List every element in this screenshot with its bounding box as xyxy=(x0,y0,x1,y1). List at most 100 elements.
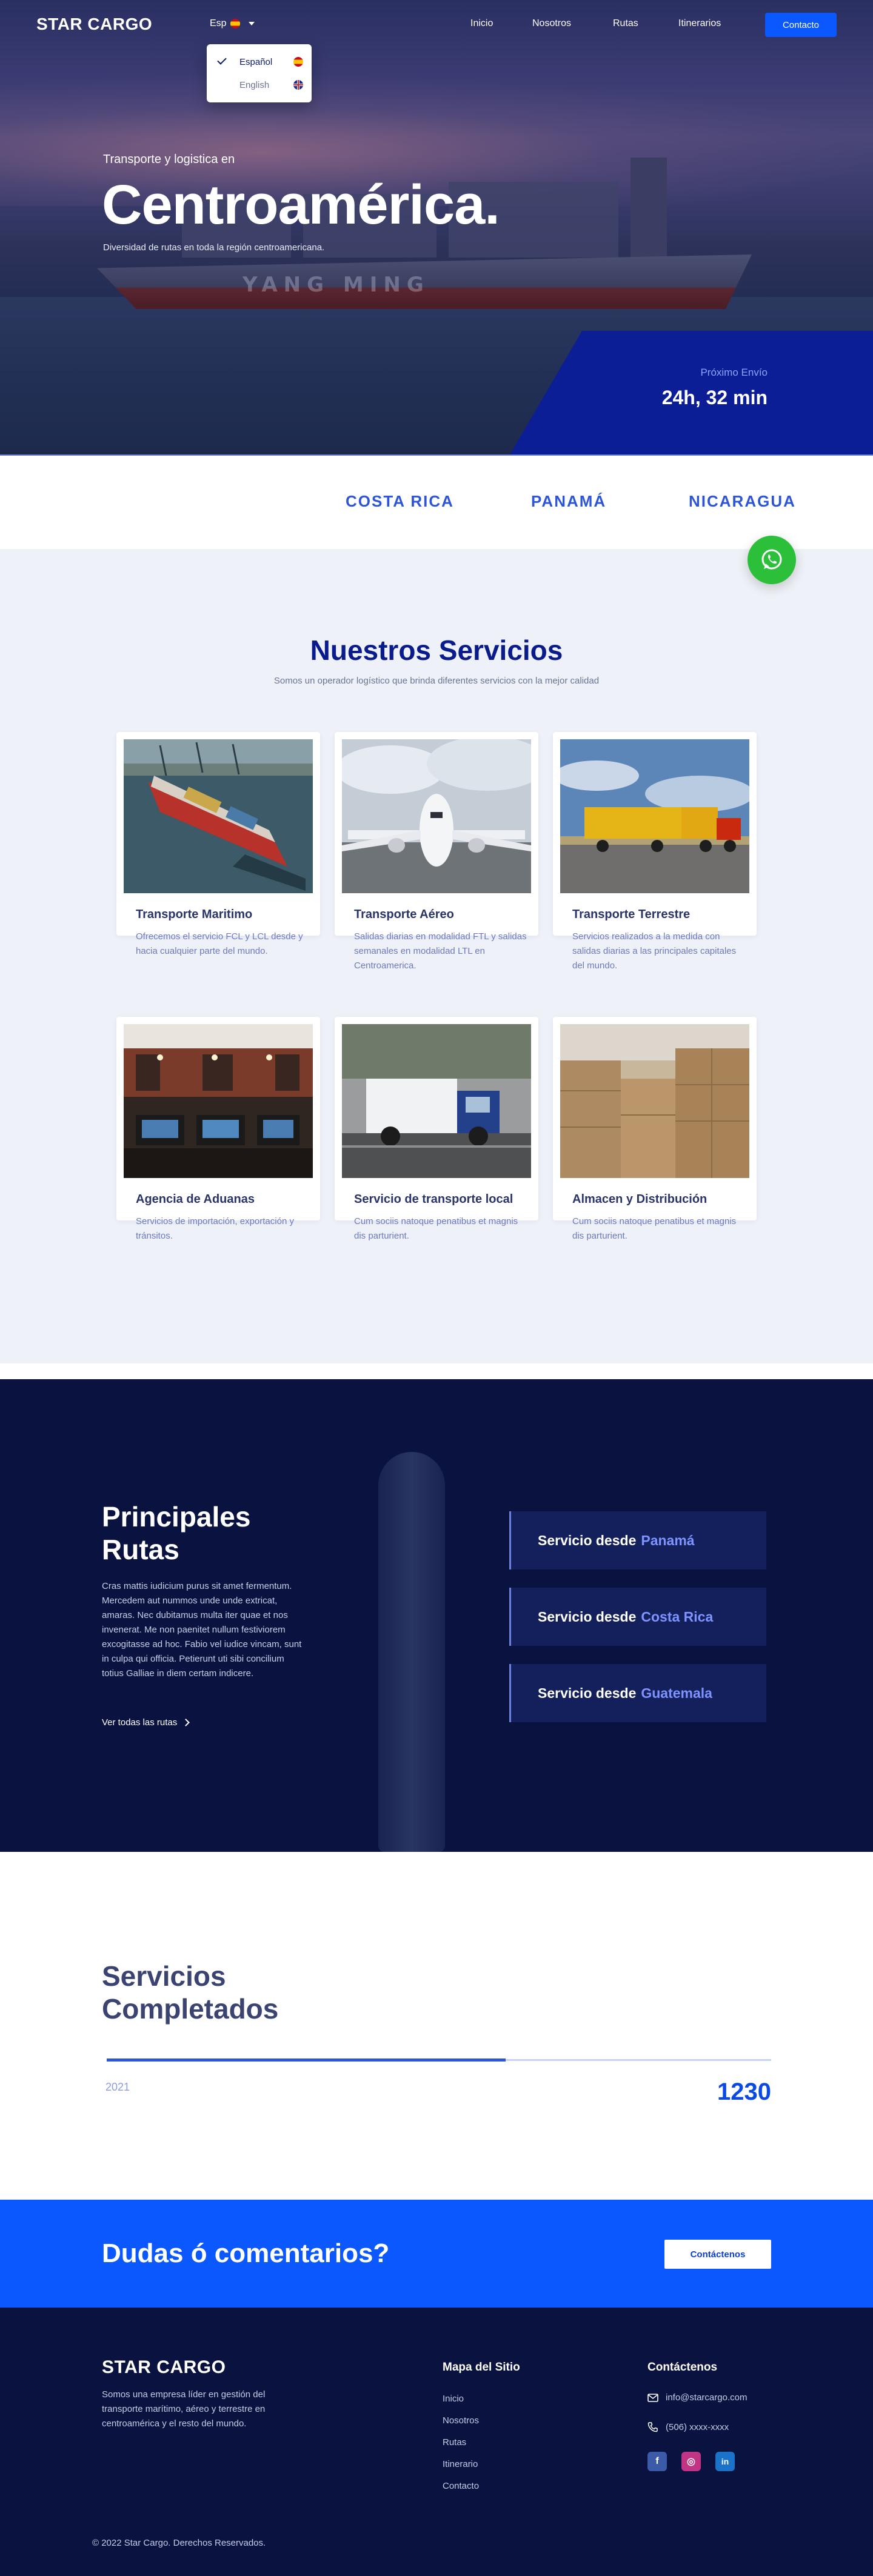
ship-name: YANG MING xyxy=(242,273,430,297)
footer-phone[interactable]: (506) xxxx-xxxx xyxy=(647,2421,729,2432)
check-icon xyxy=(217,55,227,65)
route-place: Guatemala xyxy=(641,1685,712,1701)
completed-progress-track xyxy=(107,2058,771,2062)
footer-email-text: info@starcargo.com xyxy=(666,2392,748,2403)
service-card-land[interactable]: Transporte Terrestre Servicios realizado… xyxy=(553,732,757,971)
hero-title: Centroamérica. xyxy=(102,174,500,236)
nav-rutas[interactable]: Rutas xyxy=(613,18,638,29)
language-option-label: Español xyxy=(239,56,273,67)
card-description: Ofrecemos el servicio FCL y LCL desde y … xyxy=(136,931,303,956)
routes-description: Cras mattis iudicium purus sit amet ferm… xyxy=(102,1581,302,1679)
card-description: Servicios realizados a la medida con sal… xyxy=(572,931,737,971)
service-card-local[interactable]: Servicio de transporte local Cum sociis … xyxy=(335,1017,538,1241)
service-card-maritime[interactable]: Transporte Maritimo Ofrecemos el servici… xyxy=(116,732,320,956)
footer-sitemap-title: Mapa del Sitio xyxy=(443,2361,520,2374)
footer-link-itinerario[interactable]: Itinerario xyxy=(443,2459,478,2469)
maritime-image xyxy=(124,739,313,893)
card-description: Salidas diarias en modalidad FTL y salid… xyxy=(354,931,527,971)
language-option-en[interactable]: English xyxy=(207,73,312,96)
all-routes-link[interactable]: Ver todas las rutas xyxy=(102,1717,190,1728)
hero-subtitle: Diversidad de rutas en toda la región ce… xyxy=(103,242,325,253)
chevron-down-icon xyxy=(248,22,255,25)
whatsapp-button[interactable] xyxy=(748,536,796,584)
route-costa-rica[interactable]: Servicio desde Costa Rica xyxy=(509,1588,766,1646)
route-guatemala[interactable]: Servicio desde Guatemala xyxy=(509,1664,766,1722)
cta-section: Dudas ó comentarios? Contáctenos xyxy=(0,2200,873,2308)
warehouse-image xyxy=(560,1024,749,1178)
language-selector[interactable]: Esp xyxy=(210,18,255,29)
completed-progress-fill xyxy=(107,2058,506,2062)
country-nicaragua: NICARAGUA xyxy=(689,492,796,510)
countries-strip: COSTA RICA PANAMÁ NICARAGUA xyxy=(0,456,873,549)
services-title: Nuestros Servicios xyxy=(310,634,563,666)
route-place: Costa Rica xyxy=(641,1608,714,1625)
card-description: Cum sociis natoque penatibus et magnis d… xyxy=(354,1216,518,1241)
language-option-es[interactable]: Español xyxy=(207,50,312,73)
hero-eyebrow: Transporte y logistica en xyxy=(103,153,235,166)
footer: STAR CARGO Somos una empresa líder en ge… xyxy=(0,2308,873,2576)
footer-phone-text: (506) xxxx-xxxx xyxy=(666,2421,729,2432)
linkedin-icon[interactable]: in xyxy=(715,2452,735,2471)
land-image xyxy=(560,739,749,893)
spain-flag-icon xyxy=(230,19,240,28)
logo[interactable]: STAR CARGO xyxy=(36,15,152,34)
footer-about: Somos una empresa líder en gestión del t… xyxy=(102,2389,266,2429)
card-title: Almacen y Distribución xyxy=(572,1193,707,1206)
nav-itinerarios[interactable]: Itinerarios xyxy=(678,18,721,29)
service-card-warehouse[interactable]: Almacen y Distribución Cum sociis natoqu… xyxy=(553,1017,757,1241)
next-shipment-label: Próximo Envío xyxy=(700,367,768,378)
contact-button[interactable]: Contacto xyxy=(765,13,837,37)
card-title: Transporte Maritimo xyxy=(136,908,253,921)
route-prefix: Servicio desde xyxy=(538,1608,637,1625)
all-routes-label: Ver todas las rutas xyxy=(102,1717,178,1728)
routes-title: Principales Rutas xyxy=(102,1501,251,1565)
footer-contact-title: Contáctenos xyxy=(647,2361,718,2374)
nav-nosotros[interactable]: Nosotros xyxy=(532,18,571,29)
footer-link-inicio[interactable]: Inicio xyxy=(443,2394,464,2404)
phone-icon xyxy=(647,2422,658,2432)
completed-count: 1230 xyxy=(717,2078,771,2105)
language-current: Esp xyxy=(210,18,227,28)
route-panama[interactable]: Servicio desde Panamá xyxy=(509,1511,766,1569)
route-place: Panamá xyxy=(641,1532,695,1548)
nav-inicio[interactable]: Inicio xyxy=(470,18,493,29)
routes-background-ship xyxy=(378,1452,445,1852)
country-panama: PANAMÁ xyxy=(531,492,607,510)
service-card-air[interactable]: Transporte Aéreo Salidas diarias en moda… xyxy=(335,732,538,971)
mail-icon xyxy=(647,2393,658,2402)
services-subtitle: Somos un operador logístico que brinda d… xyxy=(273,676,600,686)
route-prefix: Servicio desde xyxy=(538,1532,637,1548)
footer-link-nosotros[interactable]: Nosotros xyxy=(443,2415,479,2426)
route-prefix: Servicio desde xyxy=(538,1685,637,1701)
service-card-customs[interactable]: Agencia de Aduanas Servicios de importac… xyxy=(116,1017,320,1241)
card-title: Agencia de Aduanas xyxy=(136,1193,255,1206)
footer-copyright: © 2022 Star Cargo. Derechos Reservados. xyxy=(92,2538,266,2548)
card-title: Transporte Terrestre xyxy=(572,908,691,921)
completed-title: Servicios Completados xyxy=(102,1960,279,2025)
footer-logo[interactable]: STAR CARGO xyxy=(102,2357,226,2378)
language-dropdown: Español English xyxy=(207,44,312,102)
card-title: Transporte Aéreo xyxy=(354,908,454,921)
language-option-label: English xyxy=(239,79,270,90)
air-image xyxy=(342,739,531,893)
completed-section: Servicios Completados 2021 1230 xyxy=(0,1852,873,2200)
cta-title: Dudas ó comentarios? xyxy=(102,2238,390,2268)
footer-link-rutas[interactable]: Rutas xyxy=(443,2437,466,2448)
next-shipment-countdown: 24h, 32 min xyxy=(661,387,768,408)
whatsapp-icon xyxy=(761,549,782,570)
footer-link-contacto[interactable]: Contacto xyxy=(443,2481,479,2491)
facebook-icon[interactable]: f xyxy=(647,2452,667,2471)
footer-email[interactable]: info@starcargo.com xyxy=(647,2392,747,2403)
local-transport-image xyxy=(342,1024,531,1178)
spain-flag-icon xyxy=(293,57,303,67)
uk-flag-icon xyxy=(293,80,303,90)
card-description: Cum sociis natoque penatibus et magnis d… xyxy=(572,1216,737,1241)
card-title: Servicio de transporte local xyxy=(354,1193,513,1206)
country-costa-rica: COSTA RICA xyxy=(346,492,454,510)
cta-contact-button[interactable]: Contáctenos xyxy=(664,2240,771,2269)
card-description: Servicios de importación, exportación y … xyxy=(136,1216,294,1241)
customs-image xyxy=(124,1024,313,1178)
services-section: Nuestros Servicios Somos un operador log… xyxy=(0,549,873,1363)
completed-year: 2021 xyxy=(105,2081,130,2093)
instagram-icon[interactable]: ◎ xyxy=(681,2452,701,2471)
